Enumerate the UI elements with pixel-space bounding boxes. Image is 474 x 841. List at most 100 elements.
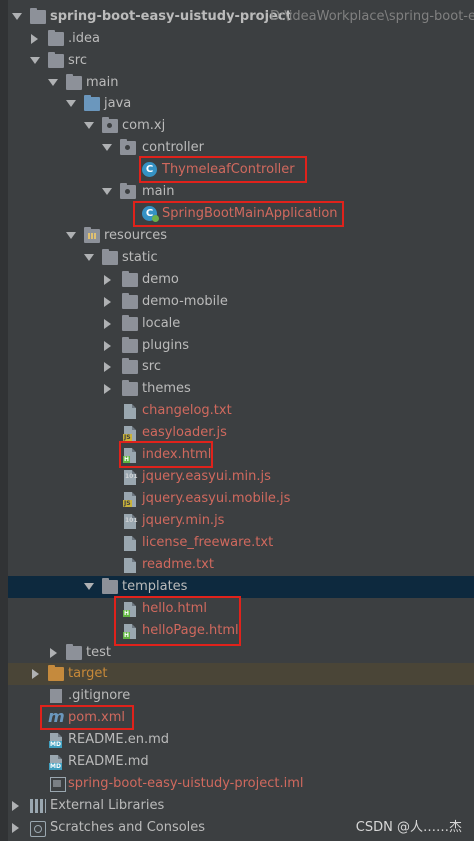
tree-row-src[interactable]: src [8, 50, 474, 72]
maven-icon [48, 706, 65, 728]
tree-label: ThymeleafController [162, 162, 295, 177]
tree-row-jquery-min[interactable]: 101 jquery.min.js [8, 510, 474, 532]
chevron-right-icon[interactable] [31, 34, 38, 44]
excluded-folder-icon [48, 665, 64, 681]
tree-label: .idea [68, 31, 100, 46]
chevron-right-icon[interactable] [50, 648, 57, 658]
chevron-right-icon[interactable] [32, 669, 39, 679]
tree-row-java[interactable]: java [8, 93, 474, 115]
tree-label: resources [104, 228, 168, 243]
tree-row-index-html[interactable]: H index.html [8, 444, 474, 466]
html-badge: H [123, 456, 131, 463]
tree-row-jquery-easyui-mobile[interactable]: JS jquery.easyui.mobile.js [8, 488, 474, 510]
tree-row-iml[interactable]: spring-boot-easy-uistudy-project.iml [8, 773, 474, 795]
java-class-icon [142, 162, 157, 177]
tree-label: pom.xml [68, 710, 125, 725]
chevron-down-icon[interactable] [66, 100, 76, 107]
tree-label: controller [142, 140, 205, 155]
js-file-icon: JS [123, 426, 136, 441]
text-file-icon [124, 558, 136, 573]
folder-icon [66, 644, 82, 660]
markdown-file-icon: MD [49, 755, 62, 770]
tree-row-gitignore[interactable]: .gitignore [8, 685, 474, 707]
tree-row-static-src[interactable]: src [8, 356, 474, 378]
tree-row-changelog[interactable]: changelog.txt [8, 400, 474, 422]
tree-row-themes[interactable]: themes [8, 378, 474, 400]
module-file-icon [50, 777, 66, 792]
minified-file-icon: 101 [124, 470, 138, 485]
chevron-down-icon[interactable] [84, 583, 94, 590]
package-icon [120, 183, 136, 199]
tree-row-hello-html[interactable]: H hello.html [8, 598, 474, 620]
tree-row-readme-md[interactable]: MD README.md [8, 751, 474, 773]
tree-row-main-package[interactable]: main [8, 181, 474, 203]
html-badge: H [123, 610, 131, 617]
tree-row-thymeleaf-controller[interactable]: ThymeleafController [8, 159, 474, 181]
tree-label: jquery.easyui.min.js [142, 469, 271, 484]
chevron-right-icon[interactable] [104, 297, 111, 307]
folder-icon [66, 74, 82, 90]
tree-label: main [86, 75, 119, 90]
tree-label: easyloader.js [142, 425, 227, 440]
tree-row-controller[interactable]: controller [8, 137, 474, 159]
tree-row-test[interactable]: test [8, 642, 474, 664]
tree-row-idea[interactable]: .idea [8, 28, 474, 50]
tree-row-jquery-easyui-min[interactable]: 101 jquery.easyui.min.js [8, 466, 474, 488]
tree-row-readme-txt[interactable]: readme.txt [8, 554, 474, 576]
tree-row-target[interactable]: target [8, 663, 474, 685]
tree-row-locale[interactable]: locale [8, 313, 474, 335]
tree-row-demo[interactable]: demo [8, 269, 474, 291]
tree-label: license_freeware.txt [142, 535, 274, 550]
tree-row-hellopage-html[interactable]: H helloPage.html [8, 620, 474, 642]
tree-row-main[interactable]: main [8, 72, 474, 94]
chevron-down-icon[interactable] [48, 79, 58, 86]
minified-file-icon: 101 [124, 514, 138, 529]
chevron-right-icon[interactable] [104, 362, 111, 372]
tree-label: index.html [142, 447, 212, 462]
tree-row-external-libraries[interactable]: External Libraries [8, 795, 474, 817]
chevron-down-icon[interactable] [84, 122, 94, 129]
libraries-icon [30, 799, 46, 813]
js-badge: JS [123, 500, 132, 507]
scratches-icon [30, 821, 46, 837]
tree-label: .gitignore [68, 688, 131, 703]
text-file-icon [124, 404, 136, 419]
chevron-down-icon[interactable] [84, 254, 94, 261]
tree-row-pom-xml[interactable]: pom.xml [8, 706, 474, 729]
chevron-right-icon[interactable] [104, 319, 111, 329]
tree-row-com-xj[interactable]: com.xj [8, 115, 474, 137]
tree-row-project-root[interactable]: spring-boot-easy-uistudy-project D:\idea… [8, 6, 474, 28]
tree-row-templates[interactable]: templates [8, 576, 474, 598]
folder-icon [122, 337, 138, 353]
tree-row-resources[interactable]: resources [8, 225, 474, 247]
tree-row-plugins[interactable]: plugins [8, 335, 474, 357]
binary-badge: 101 [125, 517, 138, 524]
chevron-right-icon[interactable] [12, 801, 19, 811]
chevron-right-icon[interactable] [104, 384, 111, 394]
chevron-down-icon[interactable] [30, 57, 40, 64]
chevron-right-icon[interactable] [104, 341, 111, 351]
tree-row-demo-mobile[interactable]: demo-mobile [8, 291, 474, 313]
tree-label: jquery.easyui.mobile.js [142, 491, 291, 506]
tree-row-license[interactable]: license_freeware.txt [8, 532, 474, 554]
folder-icon [102, 249, 118, 265]
tree-label: demo [142, 272, 179, 287]
chevron-right-icon[interactable] [104, 275, 111, 285]
tree-label: demo-mobile [142, 294, 228, 309]
chevron-down-icon[interactable] [102, 144, 112, 151]
tree-row-static[interactable]: static [8, 247, 474, 269]
folder-icon [122, 315, 138, 331]
folder-icon [122, 293, 138, 309]
chevron-right-icon[interactable] [12, 823, 19, 833]
tree-row-easyloader[interactable]: JS easyloader.js [8, 422, 474, 444]
folder-icon [122, 380, 138, 396]
html-file-icon: H [123, 448, 136, 463]
chevron-down-icon[interactable] [102, 188, 112, 195]
chevron-down-icon[interactable] [66, 232, 76, 239]
chevron-down-icon[interactable] [12, 13, 22, 20]
resources-folder-icon [84, 227, 100, 243]
gitignore-file-icon [50, 689, 62, 703]
tree-label: static [122, 250, 158, 265]
tree-row-springboot-main-app[interactable]: SpringBootMainApplication [8, 203, 474, 225]
tree-row-readme-en[interactable]: MD README.en.md [8, 729, 474, 751]
